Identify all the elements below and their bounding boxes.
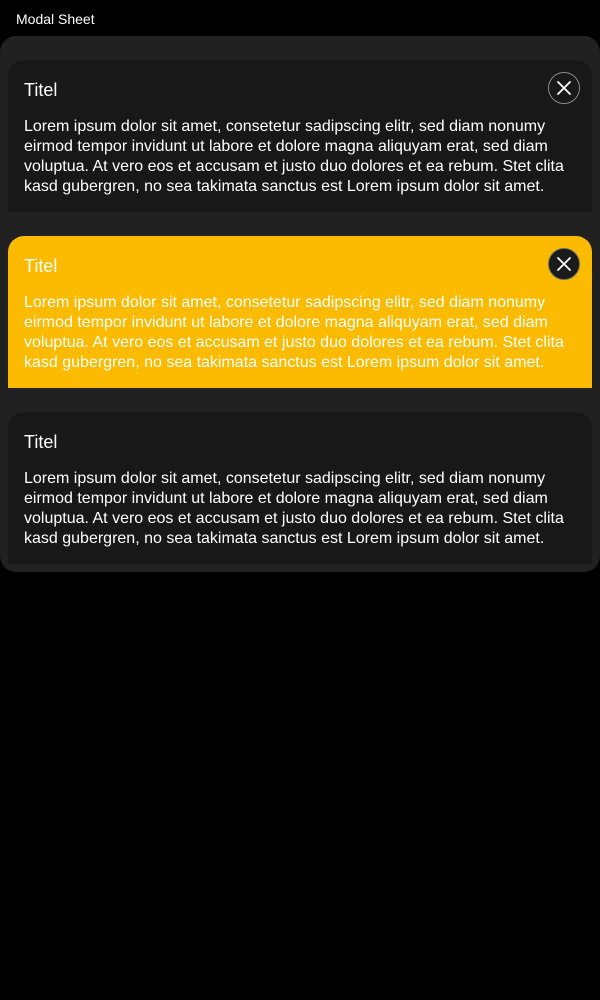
modal-sheet-highlighted: Titel Lorem ipsum dolor sit amet, conset… xyxy=(8,236,592,388)
close-icon xyxy=(557,81,571,95)
close-button[interactable] xyxy=(548,248,580,280)
sheet-title: Titel xyxy=(24,432,58,452)
sheet-body-text: Lorem ipsum dolor sit amet, consetetur s… xyxy=(24,294,564,371)
modal-sheet-no-close: Titel Lorem ipsum dolor sit amet, conset… xyxy=(8,412,592,564)
modal-sheet-container: Titel Lorem ipsum dolor sit amet, conset… xyxy=(0,36,600,572)
sheet-title: Titel xyxy=(24,256,58,276)
sheet-body-text: Lorem ipsum dolor sit amet, consetetur s… xyxy=(24,118,564,195)
page-label: Modal Sheet xyxy=(16,11,95,27)
sheet-body-text: Lorem ipsum dolor sit amet, consetetur s… xyxy=(24,470,564,547)
close-button[interactable] xyxy=(548,72,580,104)
sheet-title: Titel xyxy=(24,80,58,100)
close-icon xyxy=(557,257,571,271)
modal-sheet-default: Titel Lorem ipsum dolor sit amet, conset… xyxy=(8,60,592,212)
